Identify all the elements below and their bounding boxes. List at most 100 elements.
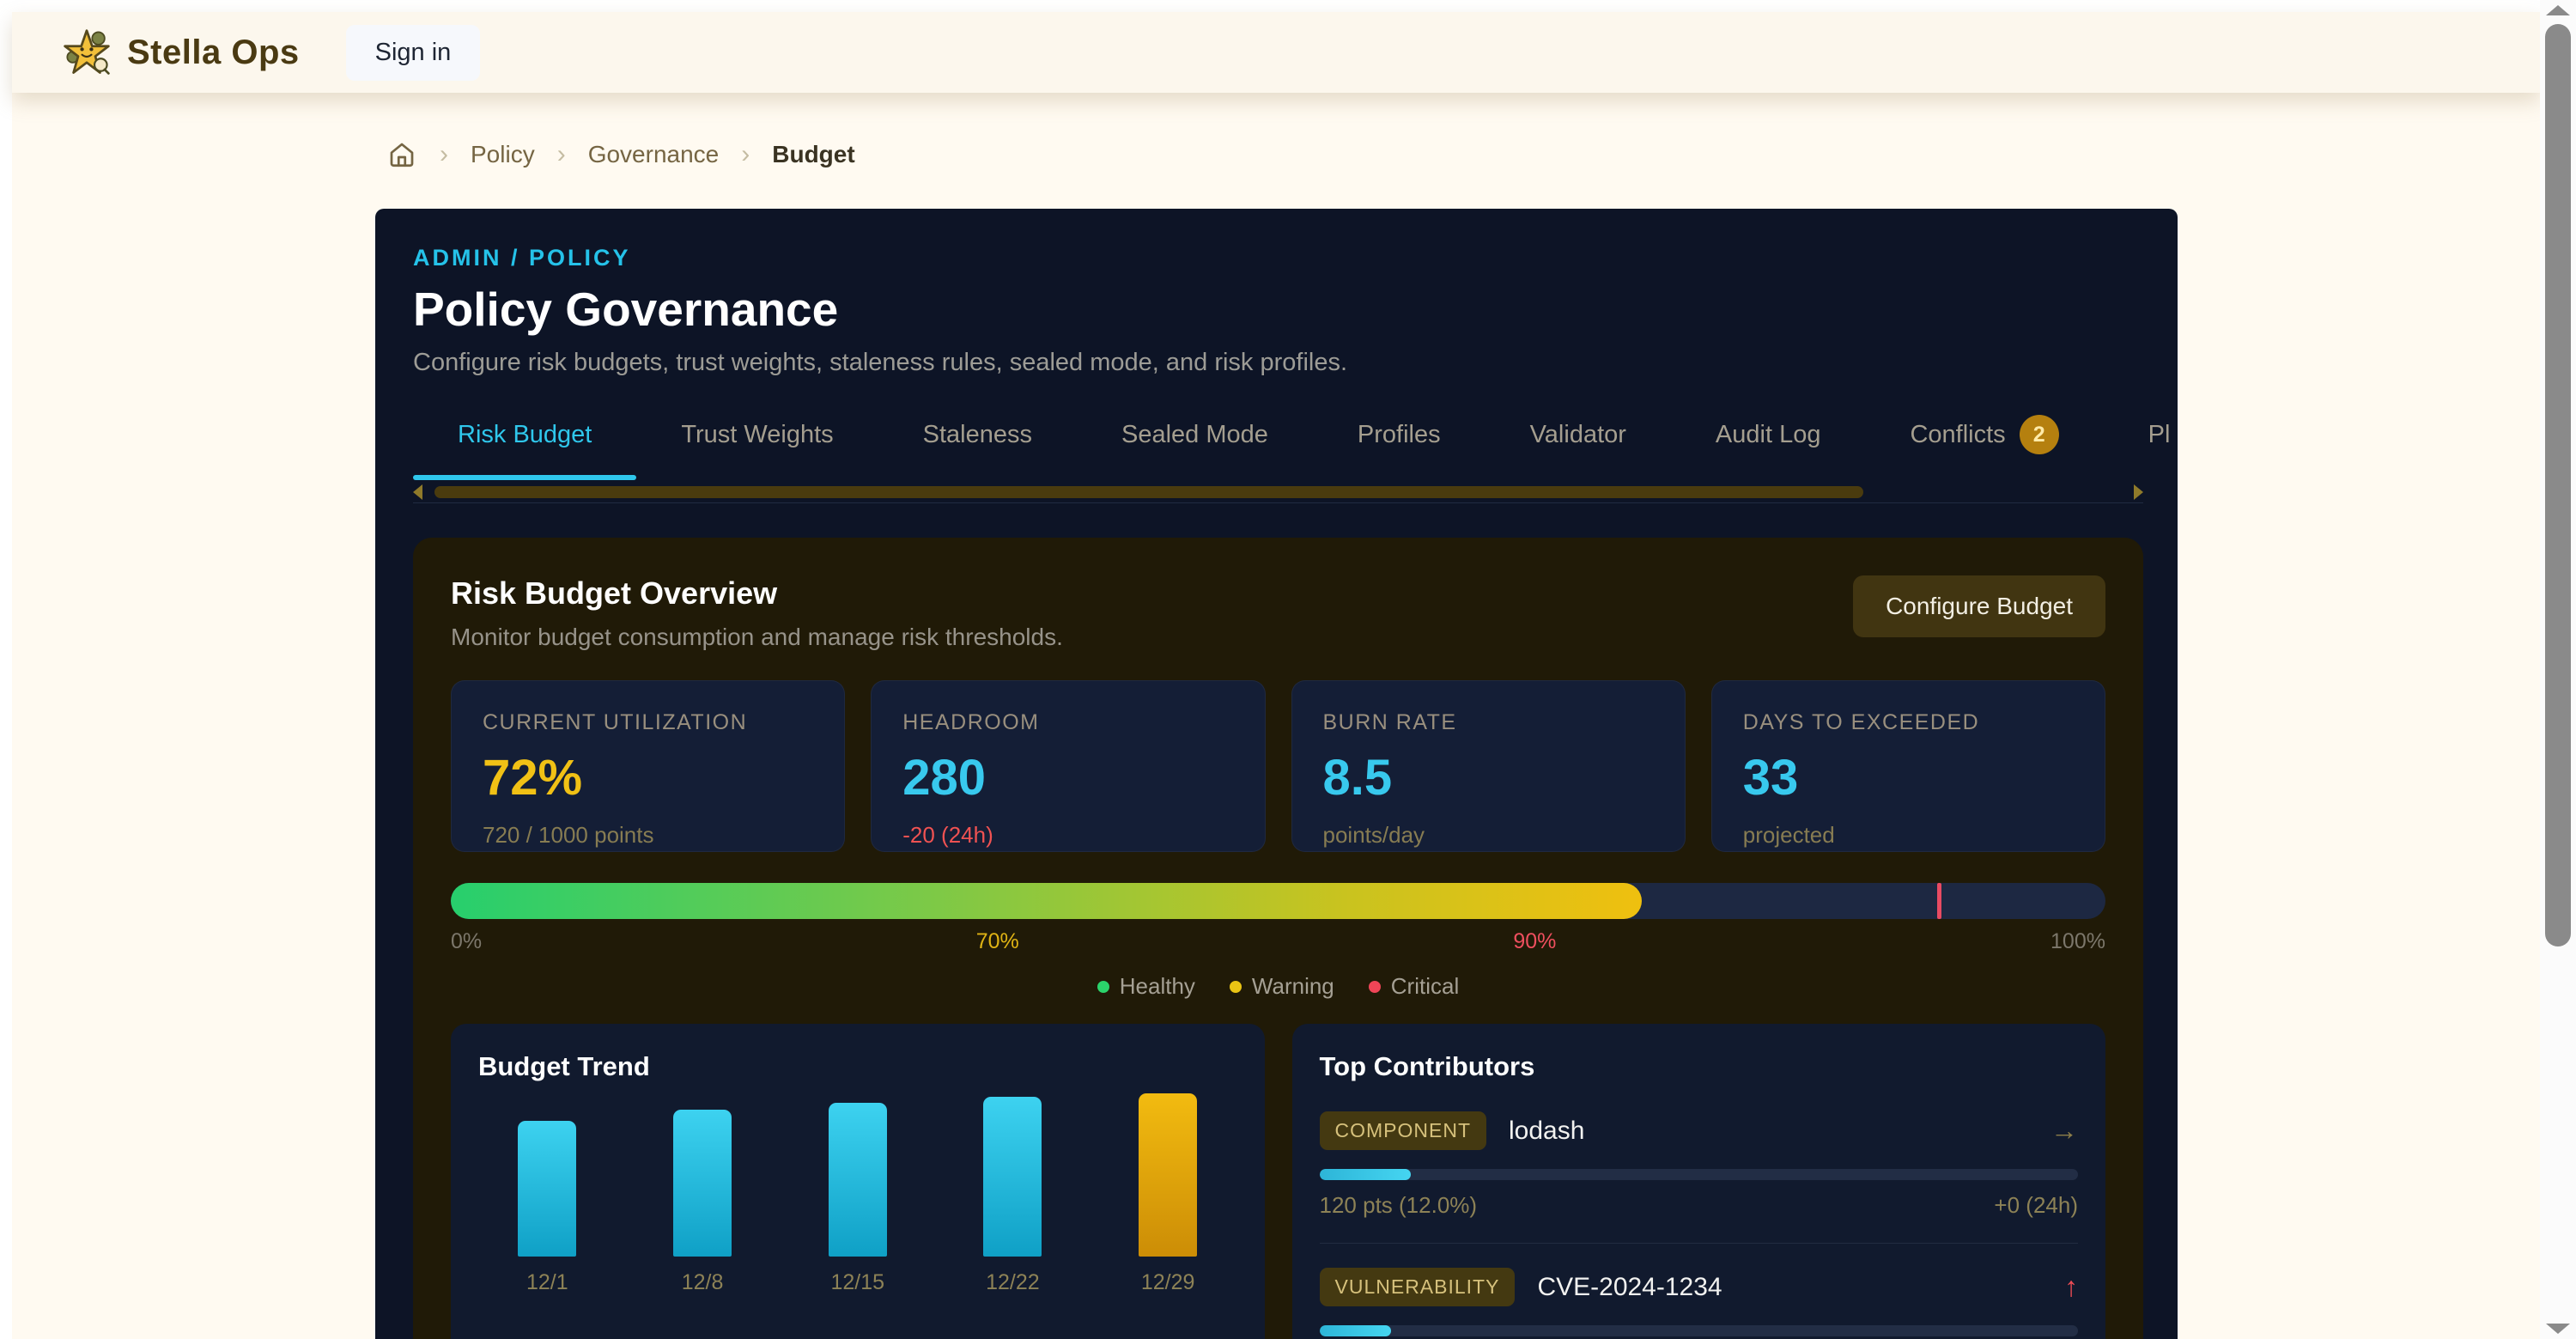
contributor-type-badge: COMPONENT [1320,1111,1487,1150]
tab-sealed-mode[interactable]: Sealed Mode [1077,415,1313,475]
tab-scroll-right-arrow-icon[interactable] [2134,484,2143,500]
bar-label: 12/15 [830,1270,884,1295]
tab-scrollbar-thumb[interactable] [434,486,1863,498]
stat-value: 8.5 [1323,749,1654,806]
breadcrumb: › Policy › Governance › Budget [386,139,855,170]
tab-label: Staleness [923,421,1032,449]
tab-scrollbar-track[interactable] [428,485,2129,499]
contributor-type-badge: VULNERABILITY [1320,1268,1516,1306]
tab-label: Profiles [1358,421,1441,449]
healthy-dot-icon [1097,981,1109,993]
trend-bar [518,1121,576,1257]
utilization-tick-labels: 0% 70% 90% 100% [451,929,2105,954]
stat-card-days-to-exceeded: DAYS TO EXCEEDED 33 projected [1711,680,2105,852]
tab-risk-budget[interactable]: Risk Budget [413,415,636,475]
tab-audit-log[interactable]: Audit Log [1671,415,1866,475]
tabs-divider [413,502,2143,503]
overview-subtitle: Monitor budget consumption and manage ri… [451,624,1063,651]
scrollbar-thumb[interactable] [2545,24,2571,946]
contributor-row[interactable]: VULNERABILITY CVE-2024-1234 ↑ [1320,1268,2079,1306]
contributor-stats: 120 pts (12.0%) +0 (24h) [1320,1192,2079,1219]
sign-in-button[interactable]: Sign in [346,25,481,81]
bar-group: 12/8 [638,1110,767,1295]
critical-dot-icon [1369,981,1381,993]
top-bar: Stella Ops Sign in [12,12,2540,93]
contributor-item-cve: VULNERABILITY CVE-2024-1234 ↑ 95 pts (9.… [1320,1268,2079,1339]
legend-label: Warning [1252,973,1334,1000]
trend-bar [829,1103,887,1257]
breadcrumb-governance[interactable]: Governance [588,141,720,168]
overview-header-text: Risk Budget Overview Monitor budget cons… [451,575,1063,651]
contributor-name: lodash [1509,1117,1584,1146]
budget-trend-chart: 12/1 12/8 12/15 12/22 [470,1098,1246,1295]
tab-validator[interactable]: Validator [1485,415,1671,475]
legend-label: Healthy [1120,973,1195,1000]
stat-card-headroom: HEADROOM 280 -20 (24h) [871,680,1265,852]
home-icon[interactable] [386,139,417,170]
breadcrumb-budget: Budget [772,141,854,168]
top-contributors-panel: Top Contributors COMPONENT lodash → [1292,1024,2106,1339]
contributor-row[interactable]: COMPONENT lodash → [1320,1111,2079,1150]
bar-label: 12/1 [526,1270,568,1295]
stat-label: DAYS TO EXCEEDED [1743,710,2074,735]
scrollbar-down-arrow-icon[interactable] [2546,1324,2570,1334]
tab-label: Trust Weights [681,421,833,449]
tab-clipped[interactable]: Pl [2104,415,2178,475]
warning-dot-icon [1230,981,1242,993]
legend-healthy: Healthy [1097,973,1195,1000]
brand[interactable]: Stella Ops [62,27,300,77]
utilization-fill [451,883,1642,919]
arrow-right-icon: → [2050,1115,2078,1147]
tick-90: 90% [1513,929,1556,954]
tab-label: Validator [1530,421,1626,449]
tick-100: 100% [2050,929,2105,954]
stat-sub: points/day [1323,822,1654,849]
contributor-list: COMPONENT lodash → 120 pts (12.0%) +0 (2… [1320,1111,2079,1339]
stat-sub: -20 (24h) [902,822,1233,849]
tab-trust-weights[interactable]: Trust Weights [636,415,878,475]
divider [1320,1243,2079,1244]
tab-profiles[interactable]: Profiles [1313,415,1485,475]
budget-trend-title: Budget Trend [478,1051,1246,1082]
trend-bar [1139,1093,1197,1257]
legend-critical: Critical [1369,973,1459,1000]
breadcrumb-separator: › [557,140,566,169]
page: Stella Ops Sign in › Policy › Governance… [0,0,2576,1339]
breadcrumb-separator: › [440,140,448,169]
tab-label: Sealed Mode [1121,421,1268,449]
breadcrumb-policy[interactable]: Policy [471,141,535,168]
tab-label: Risk Budget [458,421,592,449]
bottom-panels: Budget Trend 12/1 12/8 12/15 [451,1024,2105,1339]
budget-trend-panel: Budget Trend 12/1 12/8 12/15 [451,1024,1265,1339]
status-legend: Healthy Warning Critical [451,973,2105,1000]
top-contributors-title: Top Contributors [1320,1051,2087,1082]
bar-label: 12/22 [986,1270,1040,1295]
contributor-progress-track [1320,1325,2079,1336]
tab-scrollbar [413,485,2143,499]
stat-label: CURRENT UTILIZATION [483,710,813,735]
stat-cards: CURRENT UTILIZATION 72% 720 / 1000 point… [451,680,2105,852]
bar-group: 12/22 [948,1097,1077,1295]
stat-card-current-utilization: CURRENT UTILIZATION 72% 720 / 1000 point… [451,680,845,852]
tab-staleness[interactable]: Staleness [878,415,1077,475]
tab-conflicts[interactable]: Conflicts 2 [1865,415,2103,475]
bar-label: 12/29 [1141,1270,1195,1295]
contributor-delta: +0 (24h) [1994,1192,2078,1219]
overview-header: Risk Budget Overview Monitor budget cons… [451,575,2105,651]
risk-budget-overview-card: Risk Budget Overview Monitor budget cons… [413,538,2143,1339]
bar-group: 12/1 [483,1121,611,1295]
tick-70: 70% [976,929,1019,954]
tab-scroll-left-arrow-icon[interactable] [413,484,422,500]
stat-value: 33 [1743,749,2074,806]
scrollbar-up-arrow-icon[interactable] [2546,5,2570,15]
stat-sub: projected [1743,822,2074,849]
tab-label: Conflicts [1910,421,2005,449]
overview-title: Risk Budget Overview [451,575,1063,612]
legend-label: Critical [1391,973,1459,1000]
page-title: Policy Governance [413,282,2143,337]
eyebrow-label: ADMIN / POLICY [413,245,2143,271]
tab-label: Pl [2148,421,2171,449]
configure-budget-button[interactable]: Configure Budget [1853,575,2105,637]
breadcrumb-separator: › [741,140,750,169]
contributor-name: CVE-2024-1234 [1537,1273,1722,1302]
